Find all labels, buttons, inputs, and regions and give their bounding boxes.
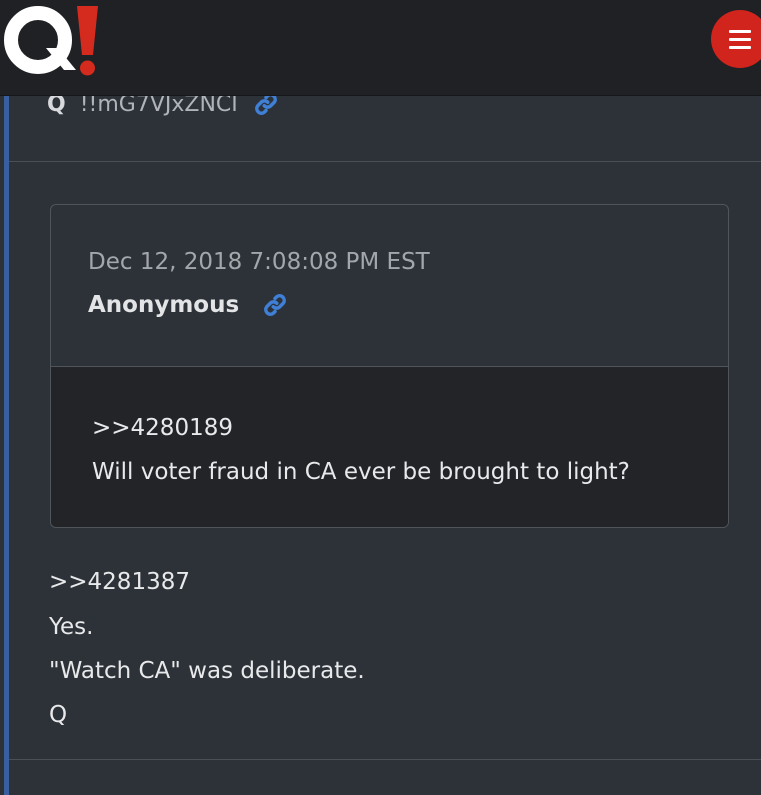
quoted-post-header: Dec 12, 2018 7:08:08 PM EST Anonymous (51, 205, 728, 367)
q-logo[interactable]: Q! (2, 4, 102, 78)
post-text-line: "Watch CA" was deliberate. (49, 658, 365, 684)
quoted-post-author-row: Anonymous (88, 291, 289, 319)
top-header: Q! (0, 0, 761, 96)
quoted-post-reply-ref[interactable]: >>4280189 (92, 415, 233, 441)
menu-button[interactable] (711, 10, 761, 68)
post-text-line: Yes. (49, 614, 94, 640)
quoted-post-author: Anonymous (88, 292, 240, 318)
quoted-post-card: Dec 12, 2018 7:08:08 PM EST Anonymous >>… (50, 204, 729, 528)
quoted-post-date: Dec 12, 2018 7:08:08 PM EST (88, 249, 430, 275)
hamburger-menu-icon (729, 30, 751, 33)
post-footer-divider (9, 759, 761, 760)
hamburger-menu-icon (729, 46, 751, 49)
quoted-post-text: Will voter fraud in CA ever be brought t… (92, 459, 630, 485)
post-reply-ref[interactable]: >>4281387 (49, 569, 190, 595)
link-icon[interactable] (261, 291, 289, 319)
post-text-line: Q (49, 702, 68, 728)
quoted-post-body: >>4280189 Will voter fraud in CA ever be… (51, 367, 728, 527)
post-accent-bar (4, 95, 9, 795)
post-header-divider (9, 161, 761, 162)
page: Q !!mG7VJxZNCI Dec 12, 2018 7:08:08 PM E… (0, 0, 761, 795)
hamburger-menu-icon (729, 38, 751, 41)
